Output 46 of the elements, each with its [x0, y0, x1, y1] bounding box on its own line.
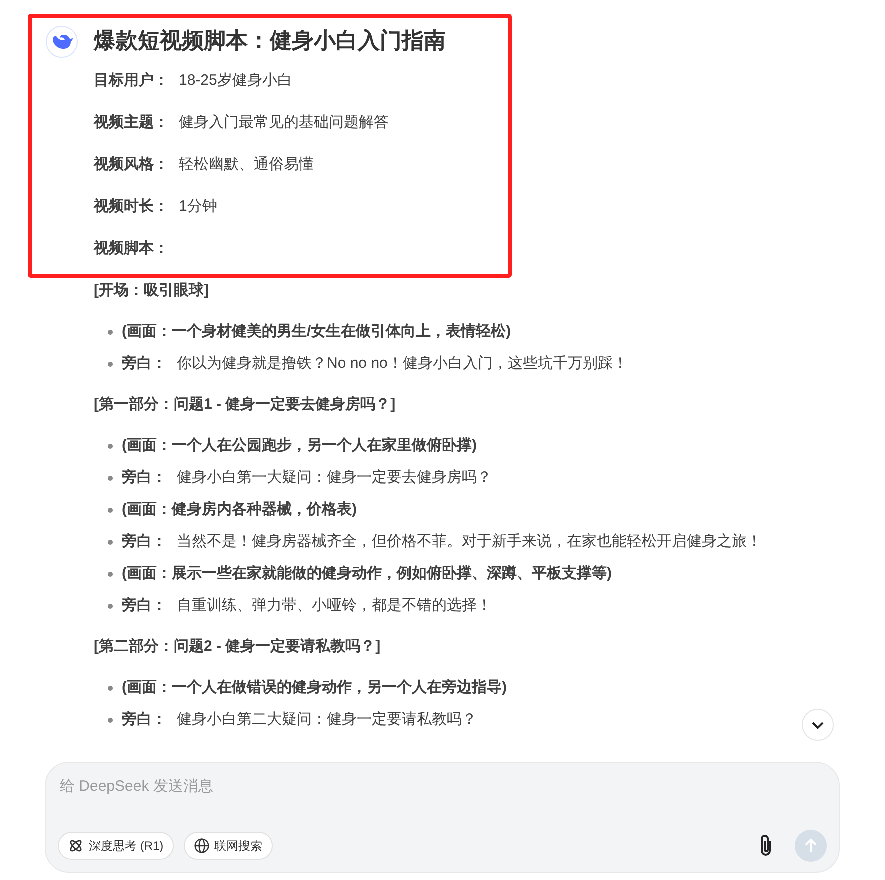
speaker-label: 旁白： [122, 596, 167, 616]
scene-text: (画面：一个身材健美的男生/女生在做引体向上，表情轻松) [122, 322, 512, 342]
narration-text: 你以为健身就是撸铁？No no no！健身小白入门，这些坑千万别踩！ [177, 354, 628, 374]
arrow-up-icon [803, 838, 819, 854]
message-input[interactable]: 给 DeepSeek 发送消息 [58, 775, 827, 799]
field-label: 视频时长： [94, 197, 169, 217]
bullet-icon [108, 604, 113, 608]
narration-text: 健身小白第一大疑问：健身一定要去健身房吗？ [177, 468, 492, 488]
bullet-icon [108, 444, 113, 448]
section-heading: [第二部分：问题2 - 健身一定要请私教吗？] [94, 637, 382, 657]
scene-text: (画面：一个人在公园跑步，另一个人在家里做俯卧撑) [122, 436, 477, 456]
field-value: 健身入门最常见的基础问题解答 [179, 113, 389, 133]
narration-text: 当然不是！健身房器械齐全，但价格不菲。对于新手来说，在家也能轻松开启健身之旅！ [177, 532, 762, 552]
globe-icon [194, 838, 210, 854]
bullet-icon [108, 508, 113, 512]
field-value: 轻松幽默、通俗易懂 [179, 155, 314, 175]
speaker-label: 旁白： [122, 468, 167, 488]
message-title: 爆款短视频脚本：健身小白入门指南 [94, 27, 447, 55]
speaker-label: 旁白： [122, 710, 167, 730]
narration-text: 自重训练、弹力带、小哑铃，都是不错的选择！ [177, 596, 492, 616]
bullet-icon [108, 330, 113, 334]
bullet-icon [108, 476, 113, 480]
bullet-icon [108, 362, 113, 366]
bullet-icon [108, 540, 113, 544]
mode-toggle-button[interactable]: 联网搜索 [184, 832, 273, 860]
bullet-icon [108, 572, 113, 576]
field-label: 视频风格： [94, 155, 169, 175]
scroll-down-button[interactable] [802, 709, 834, 741]
scene-text: (画面：健身房内各种器械，价格表) [122, 500, 357, 520]
bullet-icon [108, 718, 113, 722]
field-label: 视频主题： [94, 112, 169, 133]
field-label: 目标用户： [94, 71, 169, 91]
section-heading: [第一部分：问题1 - 健身一定要去健身房吗？] [94, 395, 397, 415]
field-label: 视频脚本： [94, 239, 169, 259]
atom-icon [68, 838, 84, 854]
bullet-icon [108, 686, 113, 690]
mode-toggle-button[interactable]: 深度思考 (R1) [58, 832, 174, 860]
narration-text: 健身小白第二大疑问：健身一定要请私教吗？ [177, 710, 477, 730]
field-value: 1分钟 [179, 197, 218, 217]
whale-icon [51, 33, 73, 51]
speaker-label: 旁白： [122, 532, 167, 552]
section-heading: [开场：吸引眼球] [94, 281, 210, 301]
scene-text: (画面：一个人在做错误的健身动作，另一个人在旁边指导) [122, 678, 507, 698]
scene-text: (画面：展示一些在家就能做的健身动作，例如俯卧撑、深蹲、平板支撑等) [122, 564, 612, 584]
speaker-label: 旁白： [122, 354, 167, 374]
field-value: 18-25岁健身小白 [179, 71, 292, 91]
